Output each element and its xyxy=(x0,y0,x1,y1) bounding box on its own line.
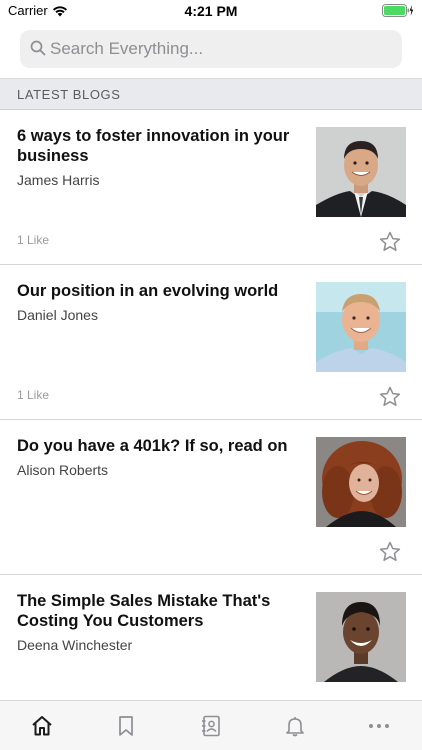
bell-icon[interactable] xyxy=(283,714,307,738)
blog-title: Do you have a 401k? If so, read on xyxy=(17,437,288,455)
star-icon[interactable] xyxy=(379,386,401,412)
section-header: LATEST BLOGS xyxy=(0,78,422,110)
blog-title: 6 ways to foster innovation in your busi… xyxy=(17,127,290,165)
bookmark-icon[interactable] xyxy=(114,714,138,738)
search-icon xyxy=(30,40,46,61)
clock: 4:21 PM xyxy=(184,3,238,19)
status-bar: Carrier 4:21 PM xyxy=(0,0,422,22)
blog-author: Daniel Jones xyxy=(17,307,98,323)
blog-photo xyxy=(316,437,406,527)
battery-icon xyxy=(382,4,414,22)
search-input[interactable] xyxy=(50,30,390,68)
blog-likes: 1 Like xyxy=(17,233,50,247)
blog-row[interactable]: 6 ways to foster innovation in your busi… xyxy=(0,110,422,265)
blog-author: Deena Winchester xyxy=(17,637,133,653)
more-icon[interactable] xyxy=(367,714,391,738)
blog-photo xyxy=(316,592,406,682)
home-icon[interactable] xyxy=(30,714,54,738)
blog-likes: 1 Like xyxy=(17,388,50,402)
blog-row[interactable]: Our position in an evolving world Daniel… xyxy=(0,265,422,420)
blog-photo xyxy=(316,127,406,217)
tab-bar xyxy=(0,700,422,750)
blog-row[interactable]: Do you have a 401k? If so, read on Aliso… xyxy=(0,420,422,575)
blog-author: Alison Roberts xyxy=(17,462,109,478)
blog-photo xyxy=(316,282,406,372)
section-title: LATEST BLOGS xyxy=(17,87,121,102)
search-bar[interactable] xyxy=(20,30,402,68)
blog-title: Our position in an evolving world xyxy=(17,282,279,300)
blog-list: 6 ways to foster innovation in your busi… xyxy=(0,110,422,730)
blog-title: The Simple Sales Mistake That's Costing … xyxy=(17,592,271,630)
star-icon[interactable] xyxy=(379,231,401,257)
contacts-icon[interactable] xyxy=(199,714,223,738)
star-icon[interactable] xyxy=(379,541,401,567)
blog-author: James Harris xyxy=(17,172,100,188)
